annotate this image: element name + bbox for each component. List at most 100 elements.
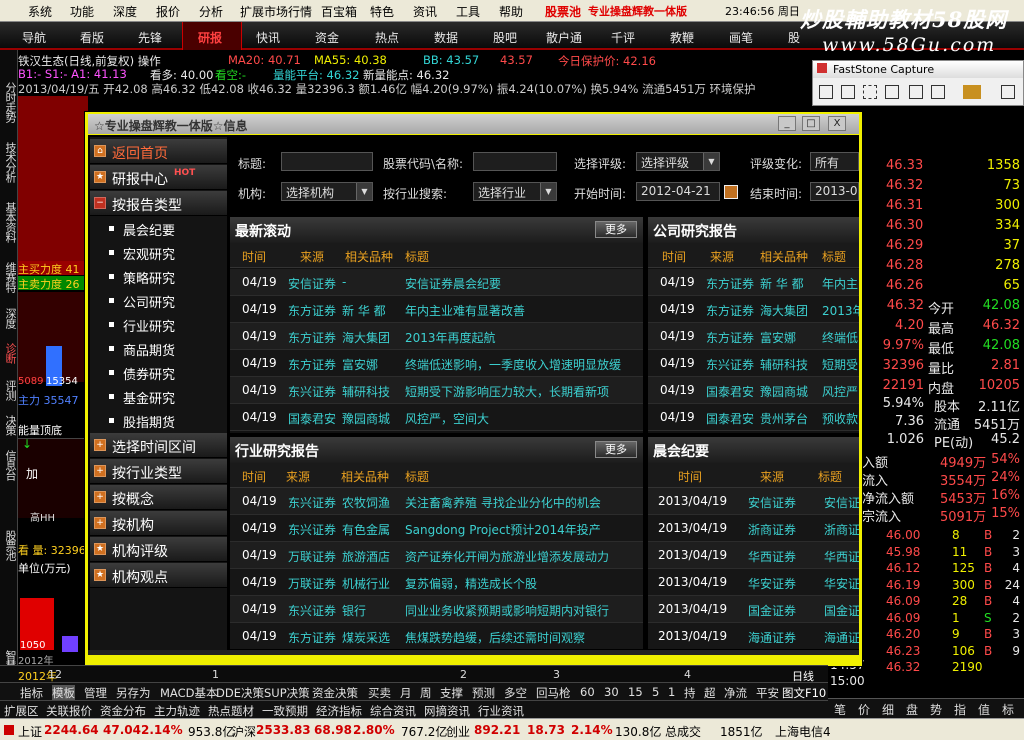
tab-retail[interactable]: 散户通 xyxy=(546,29,582,46)
morning-row[interactable]: 2013/04/19 华安证券 华安证 xyxy=(648,569,859,596)
indicator-button[interactable]: 5 xyxy=(652,685,659,699)
indicator-button[interactable]: DDE决策 xyxy=(216,685,264,701)
indicator-button[interactable]: 月 xyxy=(400,685,412,701)
industry-row[interactable]: 04/19 东方证券 煤炭采选 焦煤跌势趋缓，后续还需时间观察 xyxy=(230,623,643,649)
end-date-input[interactable]: 2013-04- xyxy=(810,182,859,201)
calendar-icon[interactable] xyxy=(724,185,738,199)
company-row[interactable]: 04/19 东方证券 海大集团 2013年 xyxy=(648,296,859,323)
latest-more-button[interactable]: 更多 xyxy=(595,221,637,238)
extension-button[interactable]: 热点题材 xyxy=(208,703,254,719)
industry-row[interactable]: 04/19 东兴证券 农牧饲渔 关注畜禽养殖 寻找企业分化中的机会 xyxy=(230,488,643,515)
extension-button[interactable]: 综合资讯 xyxy=(370,703,416,719)
latest-cell[interactable]: 短期受下游影响压力较大，长期看新项 xyxy=(405,383,609,400)
indicator-button[interactable]: MACD基本 xyxy=(160,685,217,701)
sidebar-org-view[interactable]: ★ 机构观点 xyxy=(90,563,227,588)
sidebar-report-type[interactable]: − 按报告类型 xyxy=(90,191,227,216)
industry-row[interactable]: 04/19 万联证券 旅游酒店 资产证券化开闸为旅游业增添发展动力 xyxy=(230,542,643,569)
extension-button[interactable]: 一致预期 xyxy=(262,703,308,719)
indicator-button[interactable]: 预测 xyxy=(472,685,495,701)
menu-system[interactable]: 系统 xyxy=(28,3,52,20)
extension-button[interactable]: 经济指标 xyxy=(316,703,362,719)
latest-cell[interactable]: 风控严，空间大 xyxy=(405,410,489,427)
capture-fullscreen-icon[interactable] xyxy=(885,85,899,99)
morning-cell[interactable]: 海通证 xyxy=(824,629,859,646)
menu-quote[interactable]: 报价 xyxy=(156,3,180,20)
sidebar-item-industry[interactable]: 行业研究 xyxy=(104,313,224,337)
vtab-review[interactable]: 评测 xyxy=(1,380,17,400)
tab-forum[interactable]: 股吧 xyxy=(493,29,517,46)
indicator-button[interactable]: 超 xyxy=(704,685,716,701)
tab-board[interactable]: 看版 xyxy=(80,29,104,46)
company-cell[interactable]: 2013年 xyxy=(822,302,859,319)
indicator-button[interactable]: 买卖 xyxy=(368,685,391,701)
maximize-button[interactable]: □ xyxy=(802,116,820,131)
sidebar-research-center[interactable]: ★ 研报中心 HOT xyxy=(90,165,227,190)
industry-select[interactable]: 选择行业 ▼ xyxy=(473,182,557,201)
tab-flash[interactable]: 快讯 xyxy=(256,29,280,46)
org-select[interactable]: 选择机构 ▼ xyxy=(281,182,373,201)
industry-more-button[interactable]: 更多 xyxy=(595,441,637,458)
indicator-button[interactable]: 持 xyxy=(684,685,696,701)
company-cell[interactable]: 年内主 xyxy=(822,275,858,292)
tab-research[interactable]: 研报 xyxy=(198,29,222,46)
industry-row[interactable]: 04/19 东兴证券 有色金属 Sangdong Project预计2014年投产 xyxy=(230,515,643,542)
indicator-button[interactable]: 支撑 xyxy=(440,685,463,701)
industry-cell[interactable]: 关注畜禽养殖 寻找企业分化中的机会 xyxy=(405,494,601,511)
tab-data[interactable]: 数据 xyxy=(434,29,458,46)
sidebar-item-morning[interactable]: 晨会纪要 xyxy=(104,217,224,241)
stock-code-input[interactable] xyxy=(473,152,557,171)
sidebar-item-fund[interactable]: 基金研究 xyxy=(104,385,224,409)
indicator-button[interactable]: 平安 xyxy=(756,685,779,701)
vtab-basic[interactable]: 基本资料 xyxy=(1,202,17,242)
tab-nav[interactable]: 导航 xyxy=(22,29,46,46)
vtab-wst[interactable]: 维赛特 xyxy=(1,262,17,292)
rating-change-select[interactable]: 所有 xyxy=(810,152,859,171)
stock-pool-link[interactable]: 股票池 xyxy=(545,3,581,20)
capture-object-icon[interactable] xyxy=(841,85,855,99)
capture-window-icon[interactable] xyxy=(819,85,833,99)
company-cell[interactable]: 终端低 xyxy=(822,329,858,346)
indicator-button[interactable]: 净流 xyxy=(724,685,747,701)
latest-row[interactable]: 04/19 东方证券 富安娜 终端低迷影响，一季度收入增速明显放缓 xyxy=(230,350,643,377)
morning-row[interactable]: 2013/04/19 安信证券 安信证 xyxy=(648,488,859,515)
sidebar-item-macro[interactable]: 宏观研究 xyxy=(104,241,224,265)
rtab-trend[interactable]: 势 xyxy=(930,701,942,718)
company-cell[interactable]: 预收款 xyxy=(822,410,858,427)
indicator-button[interactable]: 15 xyxy=(628,685,643,699)
sidebar-by-org[interactable]: + 按机构 xyxy=(90,511,227,536)
indicator-button[interactable]: 管理 xyxy=(84,685,107,701)
vtab-timeshare[interactable]: 分时走势 xyxy=(1,82,17,122)
sidebar-by-industry[interactable]: + 按行业类型 xyxy=(90,459,227,484)
industry-cell[interactable]: 复苏偏弱，精选成长个股 xyxy=(405,575,537,592)
minimize-button[interactable]: _ xyxy=(778,116,796,131)
extension-button[interactable]: 主力轨迹 xyxy=(154,703,200,719)
menu-news[interactable]: 资讯 xyxy=(413,3,437,20)
title-input[interactable] xyxy=(281,152,373,171)
industry-cell[interactable]: 资产证券化开闸为旅游业增添发展动力 xyxy=(405,548,609,565)
latest-row[interactable]: 04/19 东方证券 海大集团 2013年再度起航 xyxy=(230,323,643,350)
morning-cell[interactable]: 华西证 xyxy=(824,548,859,565)
sidebar-home[interactable]: ⌂ 返回首页 xyxy=(90,139,227,164)
indicator-button[interactable]: 回马枪 xyxy=(536,685,571,701)
company-row[interactable]: 04/19 东兴证券 辅研科技 短期受 xyxy=(648,350,859,377)
menu-tools[interactable]: 工具 xyxy=(456,3,480,20)
rtab-index[interactable]: 指 xyxy=(954,701,966,718)
company-row[interactable]: 04/19 国泰君安 豫园商城 风控严 xyxy=(648,377,859,404)
sidebar-item-commodity[interactable]: 商品期货 xyxy=(104,337,224,361)
indicator-button[interactable]: 资金决策 xyxy=(312,685,358,701)
tab-pen[interactable]: 画笔 xyxy=(729,29,753,46)
indicator-button[interactable]: 模板 xyxy=(52,685,75,701)
menu-function[interactable]: 功能 xyxy=(70,3,94,20)
latest-row[interactable]: 04/19 东兴证券 辅研科技 短期受下游影响压力较大，长期看新项 xyxy=(230,377,643,404)
extension-button[interactable]: 行业资讯 xyxy=(478,703,524,719)
company-row[interactable]: 04/19 国泰君安 贵州茅台 预收款 xyxy=(648,404,859,431)
latest-cell[interactable]: 年内主业难有显著改善 xyxy=(405,302,525,319)
morning-cell[interactable]: 浙商证 xyxy=(824,521,859,538)
company-cell[interactable]: 短期受 xyxy=(822,356,858,373)
sidebar-item-index-futures[interactable]: 股指期货 xyxy=(104,409,224,433)
latest-cell[interactable]: 2013年再度起航 xyxy=(405,329,496,346)
output-settings-icon[interactable] xyxy=(963,85,981,99)
close-capture-icon[interactable] xyxy=(1001,85,1015,99)
rtab-mark[interactable]: 标 xyxy=(1002,701,1014,718)
rtab-detail[interactable]: 细 xyxy=(882,701,894,718)
